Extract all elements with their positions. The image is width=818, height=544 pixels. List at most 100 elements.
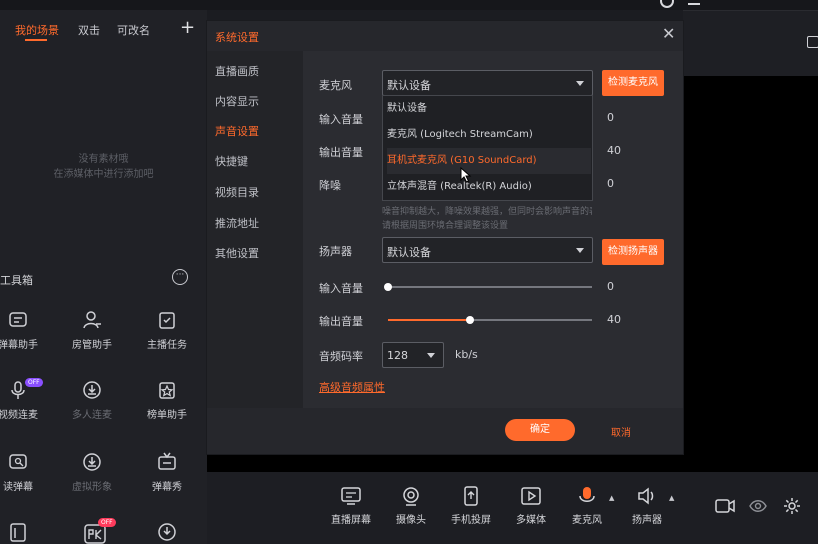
bottom-label: 直播屏幕 (331, 515, 371, 526)
noise-suppression-label: 降噪 (319, 179, 341, 192)
mic-label: 麦克风 (319, 79, 352, 92)
mic-select[interactable]: 默认设备 (382, 70, 593, 96)
mic-option-logitech[interactable]: 麦克风 (Logitech StreamCam) (387, 122, 591, 148)
speaker-input-level-slider[interactable] (388, 286, 592, 288)
tool-streamer-task[interactable]: 主播任务 (132, 310, 202, 360)
nav-item-stream-address[interactable]: 推流地址 (215, 215, 259, 231)
tool-virtual-avatar[interactable]: 虚拟形象 (57, 452, 127, 502)
microphone-button[interactable]: 麦克风 (557, 486, 617, 526)
off-badge: OFF (98, 518, 116, 527)
nav-item-shortcuts[interactable]: 快捷键 (215, 153, 248, 169)
speaker-input-level-label: 输入音量 (319, 282, 363, 295)
screen-share-button[interactable]: 直播屏幕 (321, 486, 381, 526)
mic-output-volume-label: 输出音量 (319, 146, 363, 159)
mic-option-default[interactable]: 默认设备 (387, 96, 591, 122)
test-speaker-button[interactable]: 检测扬声器 (602, 239, 664, 265)
task-icon (159, 312, 175, 329)
test-mic-button[interactable]: 检测麦克风 (602, 70, 664, 96)
camera-icon (403, 487, 419, 506)
bitrate-select-value: 128 (387, 349, 408, 362)
speaker-input-level-value: 0 (607, 280, 614, 293)
speaker-output-volume-fill (388, 319, 470, 321)
mic-output-volume-value: 40 (607, 144, 621, 157)
screen-share-icon (341, 487, 361, 505)
preview-canvas[interactable] (683, 76, 818, 472)
nav-item-video-directory[interactable]: 视频目录 (215, 184, 259, 200)
bitrate-select[interactable]: 128 (382, 342, 444, 368)
tool-label: 多人连麦 (72, 410, 112, 421)
tool-danmaku-assistant[interactable]: 弹幕助手 (0, 310, 53, 360)
nav-item-video-quality[interactable]: 直播画质 (215, 63, 259, 79)
tool-danmaku-show[interactable]: 弹幕秀 (132, 452, 202, 502)
menu-icon[interactable] (688, 0, 700, 5)
scene-tab-3[interactable]: 可改名 (117, 22, 150, 38)
document-icon[interactable] (8, 522, 28, 542)
tool-read-danmaku[interactable]: 读弹幕 (0, 452, 53, 502)
download-icon[interactable] (157, 522, 177, 542)
speaker-select[interactable]: 默认设备 (382, 237, 593, 263)
toolbox-more-icon[interactable]: ··· (172, 269, 188, 285)
cancel-button[interactable]: 取消 (611, 424, 631, 439)
mic-option-g10-soundcard[interactable]: 耳机式麦克风 (G10 SoundCard) (387, 148, 591, 174)
scene-panel: 我的场景 双击 可改名 + 没有素材哦 在添媒体中进行添加吧 工具箱 ··· 弹… (0, 10, 207, 544)
record-icon[interactable] (715, 498, 735, 514)
user-manager-icon (83, 311, 101, 329)
phone-cast-button[interactable]: 手机投屏 (441, 486, 501, 526)
advanced-audio-link[interactable]: 高级音频属性 (319, 379, 385, 395)
mouse-cursor-icon (460, 167, 472, 183)
download-icon (83, 381, 101, 399)
gear-icon[interactable] (783, 497, 801, 515)
mic-input-level-label: 输入音量 (319, 113, 363, 126)
tool-label: 虚拟形象 (72, 482, 112, 493)
star-board-icon (159, 382, 175, 399)
tool-multi-link[interactable]: 多人连麦 (57, 380, 127, 430)
tool-ranking-assistant[interactable]: 榜单助手 (132, 380, 202, 430)
tool-room-manager[interactable]: 房管助手 (57, 310, 127, 360)
preview-header (683, 10, 818, 76)
read-danmaku-icon (9, 454, 27, 469)
ok-button[interactable]: 确定 (505, 419, 575, 441)
layout-icon[interactable] (807, 36, 818, 48)
nav-item-content-display[interactable]: 内容显示 (215, 93, 259, 109)
tool-label: 房管助手 (72, 340, 112, 351)
add-scene-button[interactable]: + (180, 19, 195, 37)
scene-tabs: 我的场景 双击 可改名 (0, 22, 207, 46)
nav-item-sound-settings[interactable]: 声音设置 (215, 123, 259, 139)
toolbox-title: 工具箱 (0, 274, 33, 287)
chevron-down-icon (576, 81, 584, 86)
eye-icon[interactable] (749, 498, 767, 514)
tool-video-link[interactable]: 视频连麦 OFF (0, 378, 53, 430)
bitrate-label: 音频码率 (319, 350, 363, 363)
multimedia-button[interactable]: 多媒体 (501, 486, 561, 526)
mic-input-level-value: 0 (607, 111, 614, 124)
off-badge: OFF (25, 378, 43, 387)
tool-label: 视频连麦 (0, 410, 38, 421)
multimedia-icon (521, 487, 541, 505)
empty-hint-line1: 没有素材哦 (78, 154, 129, 165)
nav-item-other-settings[interactable]: 其他设置 (215, 245, 259, 261)
speaker-input-level-thumb[interactable] (384, 283, 392, 291)
scene-tab-2[interactable]: 双击 (78, 22, 100, 38)
speaker-caret-icon[interactable]: ▲ (669, 494, 674, 502)
scene-tab-my-scenes[interactable]: 我的场景 (15, 22, 59, 41)
dialog-title: 系统设置 (215, 31, 259, 44)
close-icon[interactable]: ✕ (662, 26, 675, 42)
chevron-down-icon (427, 353, 435, 358)
danmaku-icon (9, 312, 27, 327)
bottom-label: 麦克风 (572, 515, 602, 526)
camera-button[interactable]: 摄像头 (381, 486, 441, 526)
noise-suppression-value: 0 (607, 177, 614, 190)
download-icon (83, 453, 101, 471)
speaker-output-volume-thumb[interactable] (466, 316, 474, 324)
tool-label: 弹幕助手 (0, 340, 38, 351)
pk-icon[interactable] (84, 524, 106, 544)
mic-caret-icon[interactable]: ▲ (609, 494, 614, 502)
speaker-button[interactable]: 扬声器 (617, 486, 677, 526)
speaker-output-volume-label: 输出音量 (319, 315, 363, 328)
chevron-down-icon (576, 248, 584, 253)
speaker-select-value: 默认设备 (387, 246, 431, 259)
bottom-label: 多媒体 (516, 515, 546, 526)
mic-option-stereo-mix[interactable]: 立体声混音 (Realtek(R) Audio) (387, 174, 591, 200)
speaker-label: 扬声器 (319, 245, 352, 258)
dialog-header: 系统设置 ✕ (207, 21, 683, 51)
